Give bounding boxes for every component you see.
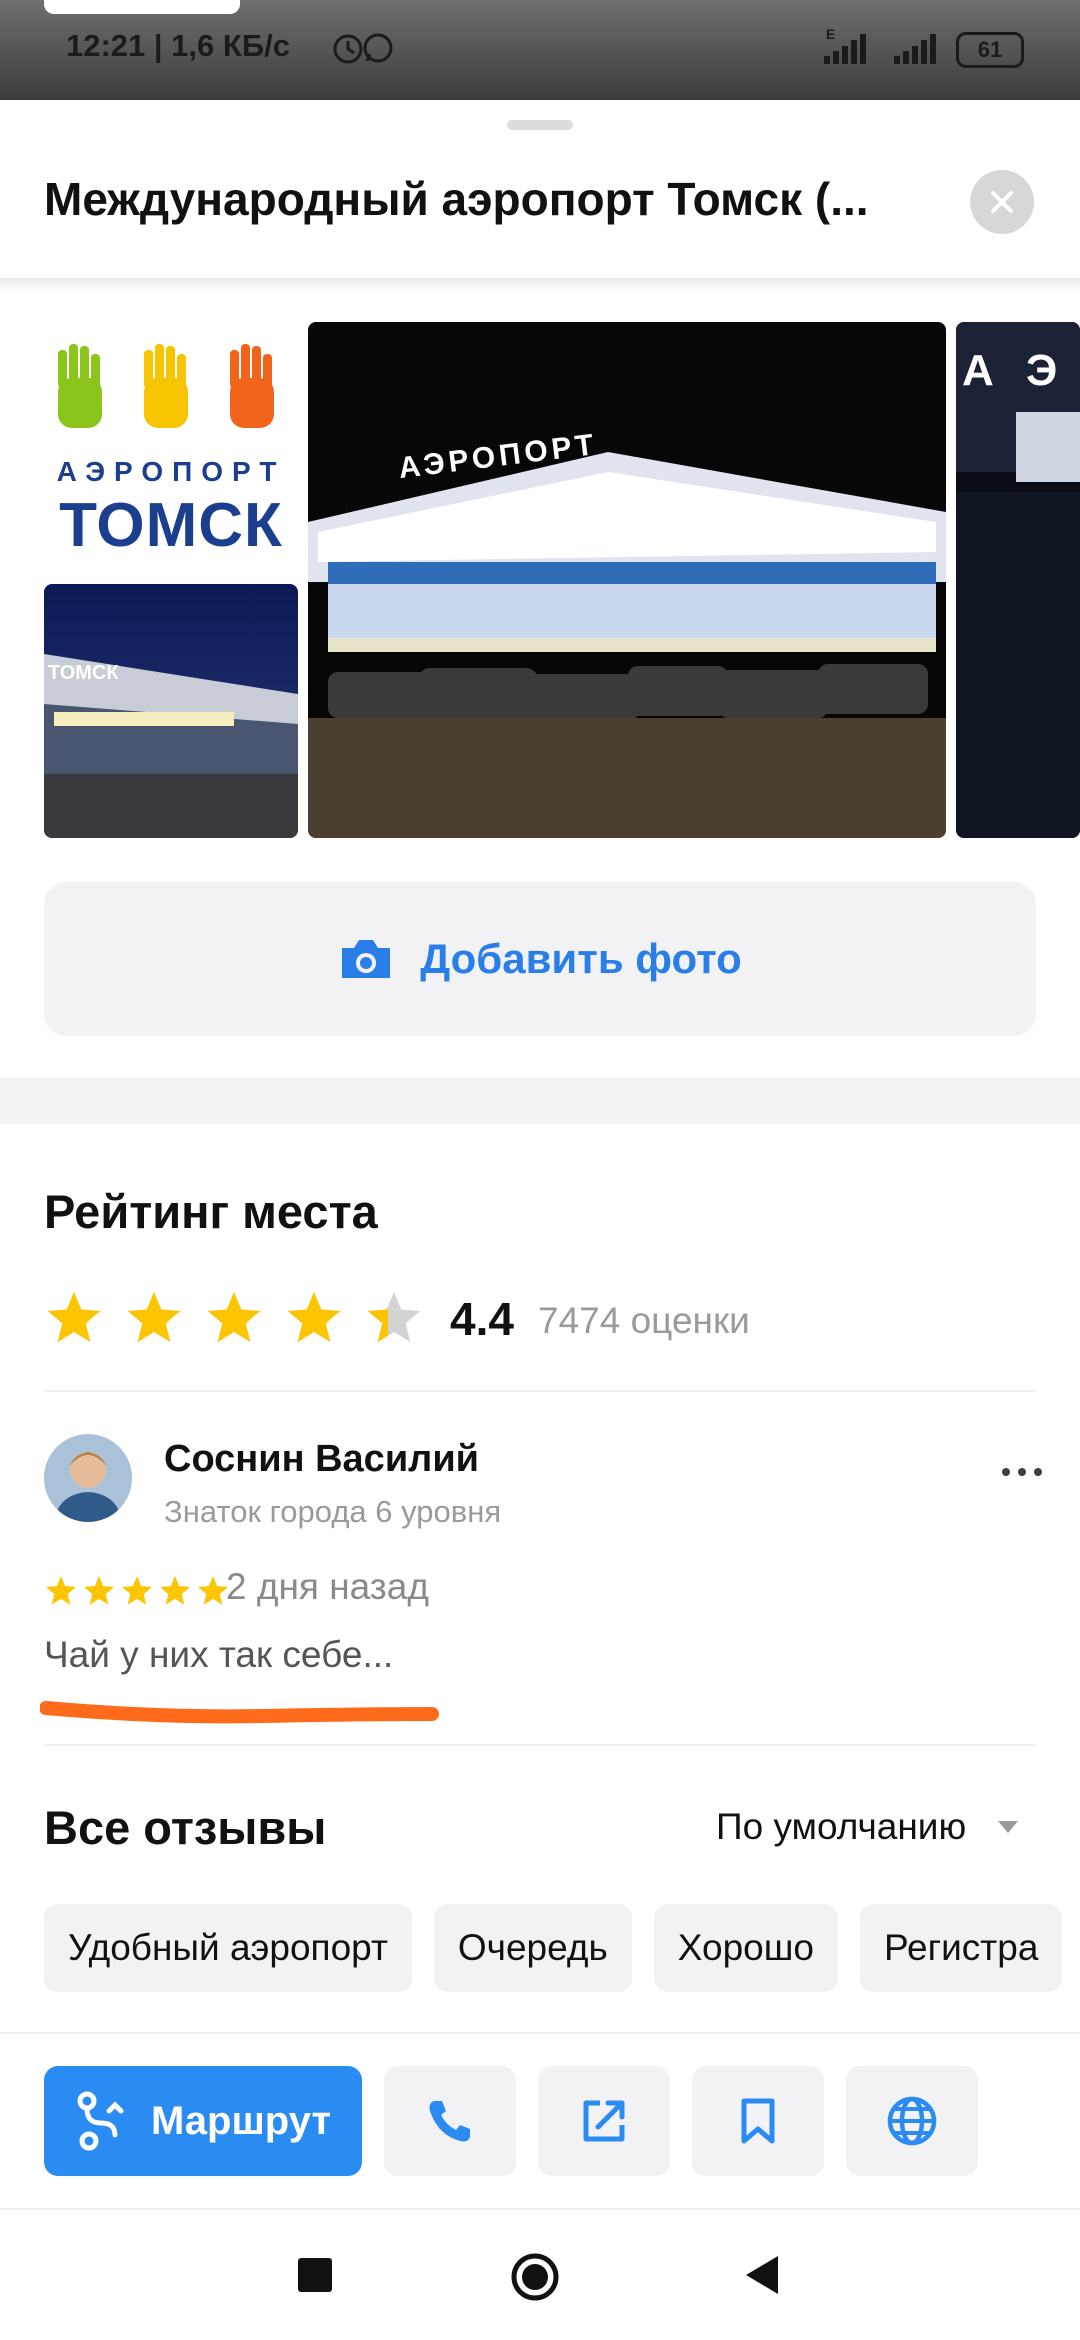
review-tag-chip[interactable]: Удобный аэропорт bbox=[44, 1904, 412, 1992]
small-photo-sign: ТОМСК bbox=[48, 662, 119, 684]
rating-stars bbox=[44, 1288, 424, 1348]
bookmark-icon bbox=[741, 2098, 775, 2144]
sort-select[interactable]: По умолчанию bbox=[716, 1806, 1020, 1848]
photo-terminal-main[interactable]: АЭРОПОРТ bbox=[308, 322, 946, 838]
signal-icon bbox=[824, 34, 866, 64]
logo-top-text: АЭРОПОРТ bbox=[56, 456, 286, 487]
orange-underline-annotation bbox=[40, 1701, 439, 1724]
rating-heading: Рейтинг места bbox=[44, 1185, 378, 1238]
close-icon bbox=[991, 191, 1013, 213]
review-star-icon bbox=[160, 1576, 190, 1605]
route-button[interactable]: Маршрут bbox=[44, 2066, 362, 2176]
review-star-icon bbox=[122, 1576, 152, 1605]
status-notch bbox=[44, 0, 240, 14]
home-button[interactable] bbox=[510, 2252, 560, 2302]
bookmark-button[interactable] bbox=[692, 2066, 824, 2176]
share-icon bbox=[583, 2100, 625, 2142]
terminal-night-image bbox=[44, 584, 298, 838]
review-star-icon bbox=[198, 1576, 228, 1605]
status-time: 12:21 | 1,6 КБ/с bbox=[66, 28, 290, 63]
share-button[interactable] bbox=[538, 2066, 670, 2176]
rating-star-icon bbox=[367, 1291, 421, 1342]
battery-indicator: 61 bbox=[956, 32, 1024, 68]
terminal-side-image bbox=[956, 322, 1080, 838]
review-tag-chip[interactable]: Хорошо bbox=[653, 1904, 838, 1992]
camera-icon bbox=[342, 940, 391, 978]
whatsapp-icon bbox=[363, 33, 393, 63]
rating-star-icon bbox=[47, 1291, 101, 1342]
reviewer-level: Знаток города 6 уровня bbox=[164, 1494, 502, 1529]
rating-star-icon bbox=[287, 1291, 341, 1342]
rating-count[interactable]: 7474 оценки bbox=[538, 1300, 750, 1342]
globe-icon bbox=[887, 2096, 937, 2146]
section-divider bbox=[0, 1078, 1080, 1124]
chevron-down-icon bbox=[998, 1821, 1019, 1833]
divider bbox=[0, 2032, 1080, 2034]
review-date: 2 дня назад bbox=[226, 1566, 429, 1607]
rating-value: 4.4 bbox=[450, 1293, 514, 1345]
review-tag-chip[interactable]: Регистра bbox=[860, 1904, 1063, 1992]
website-button[interactable] bbox=[846, 2066, 978, 2176]
rating-star-icon bbox=[207, 1291, 261, 1342]
rating-star-icon bbox=[127, 1291, 181, 1342]
close-button[interactable] bbox=[970, 170, 1034, 234]
review-tag-chips: Удобный аэропорт Очередь Хорошо Регистра bbox=[44, 1904, 1063, 1992]
more-options-icon[interactable] bbox=[1000, 1460, 1044, 1484]
action-bar: Маршрут bbox=[44, 2066, 978, 2176]
add-photo-label: Добавить фото bbox=[420, 935, 742, 982]
avatar[interactable] bbox=[44, 1434, 132, 1522]
review-tag-chip[interactable]: Очередь bbox=[433, 1904, 632, 1992]
divider bbox=[44, 1390, 1036, 1392]
route-label: Маршрут bbox=[150, 2098, 332, 2143]
call-button[interactable] bbox=[384, 2066, 516, 2176]
review-text[interactable]: Чай у них так себе... bbox=[44, 1634, 393, 1676]
add-photo-button[interactable]: Добавить фото bbox=[44, 882, 1036, 1036]
divider bbox=[44, 1744, 1036, 1746]
all-reviews-heading: Все отзывы bbox=[44, 1801, 327, 1854]
avatar-image bbox=[44, 1434, 132, 1522]
sort-label: По умолчанию bbox=[716, 1806, 967, 1847]
reviewer-name[interactable]: Соснин Василий bbox=[164, 1438, 479, 1481]
signal-icon-2 bbox=[894, 34, 936, 64]
recent-apps-button[interactable] bbox=[298, 2258, 332, 2292]
place-title: Международный аэропорт Томск (... bbox=[44, 173, 869, 225]
photo-terminal-night[interactable]: ТОМСК bbox=[44, 584, 298, 838]
logo-main-text: ТОМСК bbox=[59, 491, 283, 560]
photo-terminal-side[interactable]: А Э bbox=[956, 322, 1080, 838]
review-stars bbox=[44, 1574, 230, 1608]
phone-icon bbox=[429, 2101, 470, 2142]
back-button[interactable] bbox=[744, 2254, 780, 2296]
header-divider bbox=[0, 278, 1080, 292]
photo-airport-logo[interactable]: АЭРОПОРТ ТОМСК bbox=[44, 322, 298, 562]
review-star-icon bbox=[84, 1576, 114, 1605]
review-star-icon bbox=[46, 1576, 76, 1605]
route-icon bbox=[77, 2091, 124, 2151]
terminal-main-image bbox=[308, 322, 946, 838]
sheet-grabber[interactable] bbox=[507, 120, 573, 130]
side-photo-sign: А Э bbox=[962, 346, 1068, 395]
